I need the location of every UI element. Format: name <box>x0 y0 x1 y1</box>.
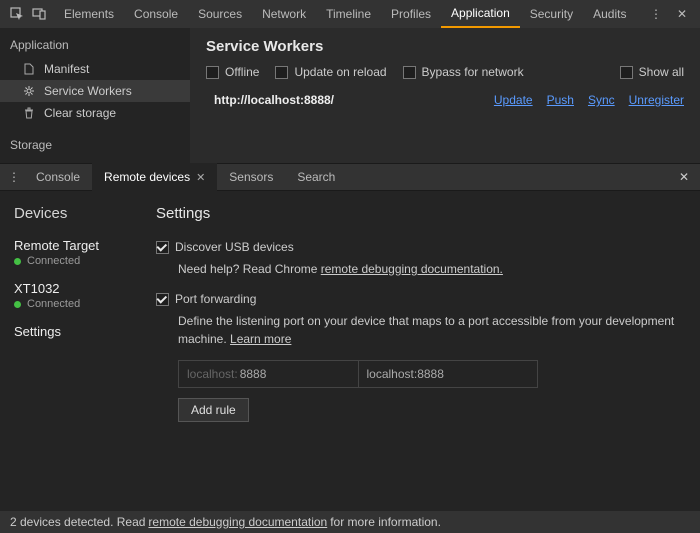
sw-unregister-link[interactable]: Unregister <box>629 93 684 107</box>
port-forwarding-checkbox[interactable]: Port forwarding <box>156 292 684 306</box>
status-bar: 2 devices detected. Read remote debuggin… <box>0 511 700 533</box>
remote-debugging-docs-link[interactable]: remote debugging documentation. <box>321 262 503 276</box>
device-toggle-icon[interactable] <box>28 0 50 28</box>
rd-pf-description: Define the listening port on your device… <box>178 312 684 348</box>
sidebar-section-storage: Storage <box>0 134 190 158</box>
rd-device-name: Remote Target <box>14 238 138 253</box>
checkbox-label: Show all <box>639 65 684 79</box>
rd-sidebar: Devices Remote Target Connected XT1032 C… <box>0 191 150 511</box>
sw-update-link[interactable]: Update <box>494 93 533 107</box>
sidebar-item-label: Manifest <box>44 62 89 76</box>
help-prefix: Need help? Read Chrome <box>178 262 321 276</box>
rd-main-title: Settings <box>156 205 684 222</box>
add-rule-button[interactable]: Add rule <box>178 398 249 422</box>
sidebar-section-application: Application <box>0 34 190 58</box>
checkbox-icon <box>403 66 416 79</box>
tab-security[interactable]: Security <box>520 0 583 28</box>
tab-sources[interactable]: Sources <box>188 0 252 28</box>
pf-local-address-input[interactable]: localhost:8888 <box>358 361 538 387</box>
pf-device-port-input[interactable]: localhost:8888 <box>179 361 358 387</box>
checkbox-icon <box>620 66 633 79</box>
tab-timeline[interactable]: Timeline <box>316 0 381 28</box>
checkbox-icon <box>156 241 169 254</box>
status-dot-icon <box>14 301 21 308</box>
sw-show-all-checkbox[interactable]: Show all <box>620 65 684 79</box>
checkbox-icon <box>275 66 288 79</box>
top-tabs: Elements Console Sources Network Timelin… <box>54 0 644 28</box>
rd-device-item[interactable]: Remote Target Connected <box>14 238 138 267</box>
rd-device-status: Connected <box>27 298 80 310</box>
learn-more-link[interactable]: Learn more <box>230 332 291 346</box>
tab-application[interactable]: Application <box>441 0 520 28</box>
trash-icon <box>22 106 36 120</box>
tab-label: Remote devices <box>104 170 190 184</box>
sw-sync-link[interactable]: Sync <box>588 93 615 107</box>
rd-port-forwarding-row: Port forwarding Define the listening por… <box>156 292 684 422</box>
application-sidebar: Application Manifest Service Workers Cle… <box>0 28 190 163</box>
file-icon <box>22 62 36 76</box>
service-workers-main: Service Workers Offline Update on reload… <box>190 28 700 163</box>
devtools-topbar: Elements Console Sources Network Timelin… <box>0 0 700 28</box>
sw-offline-checkbox[interactable]: Offline <box>206 65 259 79</box>
drawer-more-icon[interactable]: ⋮ <box>4 170 24 184</box>
pf-port-value: 8888 <box>240 367 267 381</box>
rd-device-status: Connected <box>27 255 80 267</box>
close-drawer-icon[interactable]: ✕ <box>672 170 696 184</box>
drawer-tab-search[interactable]: Search <box>285 163 347 191</box>
discover-usb-checkbox[interactable]: Discover USB devices <box>156 240 684 254</box>
close-devtools-icon[interactable]: ✕ <box>670 0 694 28</box>
sw-origin: http://localhost:8888/ <box>214 93 334 107</box>
sw-push-link[interactable]: Push <box>547 93 574 107</box>
drawer-tab-console[interactable]: Console <box>24 163 92 191</box>
sw-bypass-network-checkbox[interactable]: Bypass for network <box>403 65 524 79</box>
tab-elements[interactable]: Elements <box>54 0 124 28</box>
rd-discover-row: Discover USB devices Need help? Read Chr… <box>156 240 684 276</box>
rd-help-text: Need help? Read Chrome remote debugging … <box>178 262 684 276</box>
sidebar-item-label: Clear storage <box>44 106 116 120</box>
checkbox-label: Offline <box>225 65 259 79</box>
checkbox-label: Discover USB devices <box>175 240 294 254</box>
drawer-tabbar: ⋮ Console Remote devices ✕ Sensors Searc… <box>0 163 700 191</box>
checkbox-label: Port forwarding <box>175 292 256 306</box>
drawer-tab-remote-devices[interactable]: Remote devices ✕ <box>92 163 217 191</box>
pf-target-value: localhost:8888 <box>367 367 444 381</box>
rd-device-name: XT1032 <box>14 281 138 296</box>
close-tab-icon[interactable]: ✕ <box>196 171 205 184</box>
rd-sidebar-title: Devices <box>14 205 138 222</box>
tab-profiles[interactable]: Profiles <box>381 0 441 28</box>
sw-title: Service Workers <box>206 38 684 55</box>
tab-network[interactable]: Network <box>252 0 316 28</box>
sidebar-item-manifest[interactable]: Manifest <box>0 58 190 80</box>
footer-suffix: for more information. <box>330 515 441 529</box>
application-panel: Application Manifest Service Workers Cle… <box>0 28 700 163</box>
more-icon[interactable]: ⋮ <box>644 0 668 28</box>
drawer-tab-sensors[interactable]: Sensors <box>217 163 285 191</box>
rd-main: Settings Discover USB devices Need help?… <box>150 191 700 511</box>
checkbox-icon <box>206 66 219 79</box>
rd-device-item[interactable]: XT1032 Connected <box>14 281 138 310</box>
checkbox-label: Bypass for network <box>422 65 524 79</box>
tab-console[interactable]: Console <box>124 0 188 28</box>
pf-port-hint: localhost: <box>187 367 238 381</box>
status-dot-icon <box>14 258 21 265</box>
inspect-icon[interactable] <box>6 0 28 28</box>
sidebar-item-service-workers[interactable]: Service Workers <box>0 80 190 102</box>
sw-update-on-reload-checkbox[interactable]: Update on reload <box>275 65 386 79</box>
checkbox-label: Update on reload <box>294 65 386 79</box>
pf-rule-row: localhost:8888 localhost:8888 <box>178 360 538 388</box>
rd-settings-link[interactable]: Settings <box>14 324 138 339</box>
footer-docs-link[interactable]: remote debugging documentation <box>148 515 327 529</box>
tab-audits[interactable]: Audits <box>583 0 636 28</box>
footer-prefix: 2 devices detected. Read <box>10 515 145 529</box>
sidebar-item-label: Service Workers <box>44 84 132 98</box>
sidebar-item-clear-storage[interactable]: Clear storage <box>0 102 190 124</box>
gear-icon <box>22 84 36 98</box>
remote-devices-panel: Devices Remote Target Connected XT1032 C… <box>0 191 700 511</box>
checkbox-icon <box>156 293 169 306</box>
